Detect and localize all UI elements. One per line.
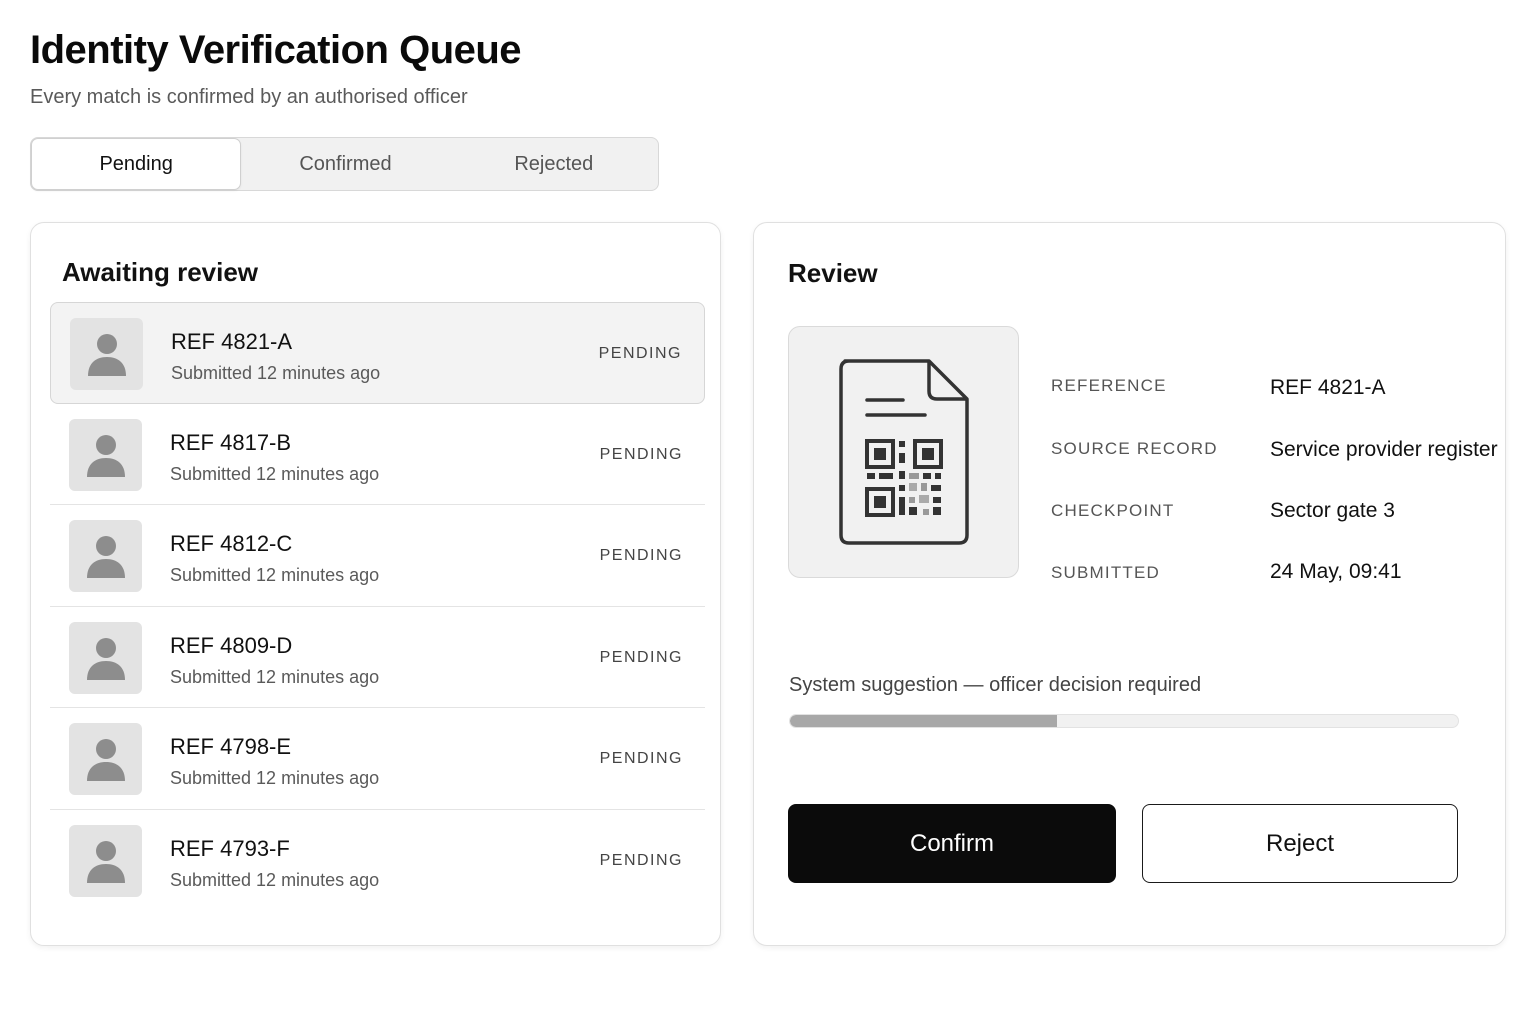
- queue-item-time: Submitted 12 minutes ago: [171, 363, 381, 383]
- source-record-value: Service provider register: [1270, 438, 1498, 461]
- user-icon: [86, 536, 125, 578]
- page-subtitle: Every match is confirmed by an authorise…: [30, 86, 468, 108]
- submitted-label: SUBMITTED: [1051, 563, 1161, 582]
- queue-panel: Awaiting review REF 4821-A Submitted 12 …: [30, 222, 721, 946]
- confirm-button[interactable]: Confirm: [788, 804, 1116, 883]
- suggestion-progress-bar: [789, 714, 1459, 728]
- reference-label: REFERENCE: [1051, 376, 1167, 395]
- user-icon: [86, 637, 125, 680]
- queue-item[interactable]: REF 4809-D Submitted 12 minutes ago PEND…: [50, 607, 705, 708]
- queue-item-time: Submitted 12 minutes ago: [170, 565, 380, 585]
- submitted-value: 24 May, 09:41: [1270, 560, 1402, 583]
- queue-item-time: Submitted 12 minutes ago: [170, 463, 380, 484]
- queue-list: REF 4821-A Submitted 12 minutes ago PEND…: [50, 302, 705, 911]
- queue-item[interactable]: REF 4821-A Submitted 12 minutes ago PEND…: [50, 302, 705, 404]
- review-title: Review: [788, 258, 878, 288]
- reference-value: REF 4821-A: [1270, 376, 1386, 399]
- avatar: [69, 621, 142, 694]
- queue-item-time: Submitted 12 minutes ago: [170, 869, 380, 890]
- status-tabs: Pending Confirmed Rejected: [30, 137, 659, 191]
- avatar: [69, 723, 142, 795]
- document-preview[interactable]: [788, 326, 1019, 578]
- status-badge: PENDING: [599, 851, 683, 869]
- queue-item-ref: REF 4817-B: [170, 429, 292, 455]
- avatar: [69, 418, 142, 491]
- queue-title: Awaiting review: [62, 257, 259, 287]
- queue-item-time: Submitted 12 minutes ago: [170, 666, 380, 687]
- source-record-label: SOURCE RECORD: [1051, 439, 1218, 458]
- queue-item[interactable]: REF 4793-F Submitted 12 minutes ago PEND…: [50, 810, 705, 912]
- status-badge: PENDING: [599, 547, 683, 564]
- queue-item-ref: REF 4809-D: [170, 632, 293, 658]
- user-icon: [87, 334, 126, 376]
- tab-pending[interactable]: Pending: [31, 138, 242, 190]
- queue-item-ref: REF 4812-C: [170, 531, 293, 556]
- avatar: [70, 318, 143, 390]
- status-badge: PENDING: [599, 648, 683, 666]
- queue-item-ref: REF 4793-F: [170, 835, 290, 861]
- queue-item-ref: REF 4821-A: [171, 329, 293, 354]
- user-icon: [86, 739, 125, 781]
- queue-item[interactable]: REF 4798-E Submitted 12 minutes ago PEND…: [50, 708, 705, 810]
- avatar: [69, 824, 142, 897]
- queue-item-time: Submitted 12 minutes ago: [170, 768, 380, 788]
- user-icon: [86, 840, 125, 883]
- queue-item[interactable]: REF 4817-B Submitted 12 minutes ago PEND…: [50, 404, 705, 505]
- tab-rejected[interactable]: Rejected: [450, 138, 658, 190]
- suggestion-progress-fill: [790, 715, 1058, 727]
- queue-item-ref: REF 4798-E: [170, 734, 292, 759]
- status-badge: PENDING: [598, 345, 682, 362]
- avatar: [69, 520, 142, 592]
- tab-confirmed[interactable]: Confirmed: [241, 138, 449, 190]
- checkpoint-label: CHECKPOINT: [1051, 501, 1175, 520]
- reject-button[interactable]: Reject: [1142, 804, 1458, 883]
- user-icon: [86, 434, 125, 477]
- document-qr-icon: [838, 359, 969, 545]
- review-panel: Review REFERENCE REF 4821-A SOURCE RECOR…: [753, 222, 1506, 946]
- checkpoint-value: Sector gate 3: [1270, 499, 1395, 522]
- page: Identity Verification Queue Every match …: [0, 0, 1536, 1024]
- status-badge: PENDING: [599, 750, 683, 767]
- status-badge: PENDING: [599, 445, 683, 463]
- queue-item[interactable]: REF 4812-C Submitted 12 minutes ago PEND…: [50, 505, 705, 607]
- system-suggestion: System suggestion — officer decision req…: [789, 674, 1202, 696]
- page-title: Identity Verification Queue: [30, 28, 522, 72]
